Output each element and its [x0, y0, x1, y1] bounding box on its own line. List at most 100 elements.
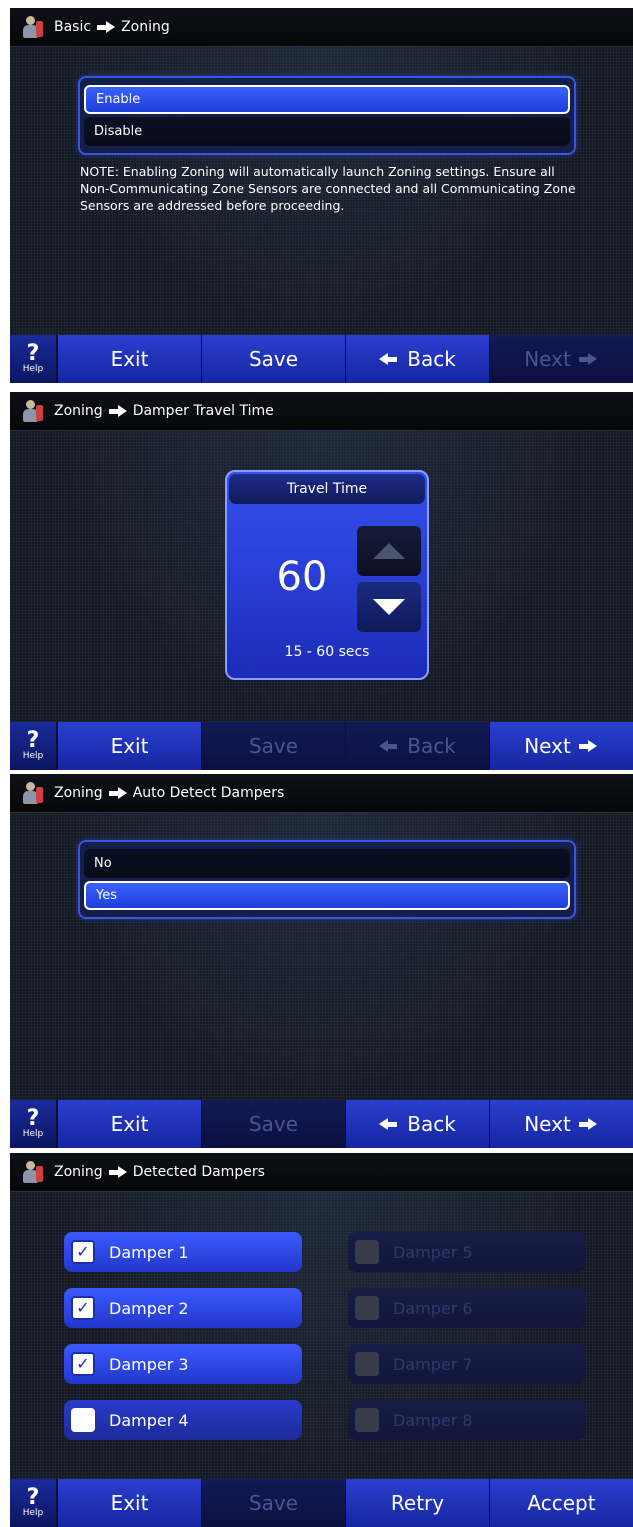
- breadcrumb: Basic Zoning: [54, 19, 170, 35]
- accept-button[interactable]: Accept: [489, 1479, 633, 1527]
- help-label: Help: [22, 1128, 44, 1139]
- screen-auto-detect-dampers: Zoning Auto Detect Dampers No Yes ? Help …: [10, 774, 633, 1148]
- damper-label: Damper 8: [393, 1410, 473, 1430]
- breadcrumb-parent: Zoning: [54, 403, 103, 419]
- save-label: Save: [248, 734, 299, 758]
- screen-detected-dampers: Zoning Detected Dampers ✓ Damper 1 ✓ Dam…: [10, 1153, 633, 1527]
- triangle-up-icon: [373, 543, 405, 559]
- exit-button[interactable]: Exit: [57, 722, 201, 770]
- help-button[interactable]: ? Help: [10, 722, 57, 770]
- footer-bar: ? Help Exit Save Back Next: [10, 1100, 633, 1148]
- travel-time-title: Travel Time: [229, 474, 425, 504]
- damper-label: Damper 6: [393, 1298, 473, 1318]
- option-no[interactable]: No: [84, 849, 570, 878]
- option-disable[interactable]: Disable: [84, 117, 570, 146]
- back-button[interactable]: Back: [345, 335, 489, 383]
- next-button[interactable]: Next: [489, 335, 633, 383]
- damper-7-toggle: Damper 7: [348, 1344, 586, 1384]
- back-label: Back: [407, 1112, 456, 1136]
- next-label: Next: [524, 347, 571, 371]
- footer-bar: ? Help Exit Save Back Next: [10, 722, 633, 770]
- arrow-left-icon: [379, 353, 399, 365]
- back-button[interactable]: Back: [345, 1100, 489, 1148]
- arrow-right-icon: [97, 21, 116, 33]
- help-icon: ?: [26, 727, 40, 753]
- help-label: Help: [22, 750, 44, 761]
- damper-6-toggle: Damper 6: [348, 1288, 586, 1328]
- exit-label: Exit: [110, 347, 149, 371]
- save-label: Save: [248, 347, 299, 371]
- exit-button[interactable]: Exit: [57, 1479, 201, 1527]
- next-label: Next: [524, 734, 571, 758]
- exit-label: Exit: [110, 1112, 149, 1136]
- travel-time-panel: Travel Time 60 15 - 60 secs: [225, 470, 429, 680]
- breadcrumb-parent: Basic: [54, 19, 92, 35]
- accept-label: Accept: [527, 1491, 596, 1515]
- save-button[interactable]: Save: [201, 722, 345, 770]
- installer-icon: [22, 781, 44, 805]
- breadcrumb-current: Auto Detect Dampers: [132, 785, 285, 801]
- screen-damper-travel-time: Zoning Damper Travel Time Travel Time 60…: [10, 392, 633, 770]
- damper-1-toggle[interactable]: ✓ Damper 1: [64, 1232, 302, 1272]
- arrow-left-icon: [379, 1118, 399, 1130]
- exit-label: Exit: [110, 734, 149, 758]
- decrease-button[interactable]: [357, 582, 421, 632]
- breadcrumb-current: Zoning: [121, 19, 170, 35]
- zoning-note: NOTE: Enabling Zoning will automatically…: [80, 164, 576, 213]
- auto-detect-options: No Yes: [78, 840, 576, 919]
- option-enable[interactable]: Enable: [84, 85, 570, 114]
- zoning-options: Enable Disable: [78, 76, 576, 155]
- breadcrumb-parent: Zoning: [54, 1164, 103, 1180]
- help-label: Help: [22, 1507, 44, 1518]
- checkbox-checked-icon: ✓: [71, 1240, 95, 1264]
- title-bar: Zoning Auto Detect Dampers: [10, 774, 633, 813]
- option-yes[interactable]: Yes: [84, 881, 570, 910]
- back-button[interactable]: Back: [345, 722, 489, 770]
- title-bar: Basic Zoning: [10, 8, 633, 47]
- exit-button[interactable]: Exit: [57, 1100, 201, 1148]
- save-button[interactable]: Save: [201, 1479, 345, 1527]
- checkbox-unchecked-icon: [71, 1408, 95, 1432]
- arrow-right-icon: [108, 787, 127, 799]
- damper-label: Damper 5: [393, 1242, 473, 1262]
- title-bar: Zoning Detected Dampers: [10, 1153, 633, 1192]
- help-icon: ?: [26, 340, 40, 366]
- checkbox-disabled-icon: [355, 1240, 379, 1264]
- footer-bar: ? Help Exit Save Retry Accept: [10, 1479, 633, 1527]
- help-button[interactable]: ? Help: [10, 1479, 57, 1527]
- checkbox-disabled-icon: [355, 1352, 379, 1376]
- breadcrumb: Zoning Detected Dampers: [54, 1164, 265, 1180]
- arrow-right-icon: [578, 353, 599, 365]
- damper-4-toggle[interactable]: Damper 4: [64, 1400, 302, 1440]
- damper-label: Damper 7: [393, 1354, 473, 1374]
- save-button[interactable]: Save: [201, 1100, 345, 1148]
- save-label: Save: [248, 1491, 299, 1515]
- exit-button[interactable]: Exit: [57, 335, 201, 383]
- exit-label: Exit: [110, 1491, 149, 1515]
- breadcrumb-current: Detected Dampers: [132, 1164, 265, 1180]
- triangle-down-icon: [373, 599, 405, 615]
- installer-icon: [22, 399, 44, 423]
- help-button[interactable]: ? Help: [10, 335, 57, 383]
- help-icon: ?: [26, 1105, 40, 1131]
- travel-time-range: 15 - 60 secs: [284, 644, 370, 660]
- next-button[interactable]: Next: [489, 1100, 633, 1148]
- damper-label: Damper 3: [109, 1354, 189, 1374]
- damper-8-toggle: Damper 8: [348, 1400, 586, 1440]
- checkbox-disabled-icon: [355, 1296, 379, 1320]
- save-button[interactable]: Save: [201, 335, 345, 383]
- damper-2-toggle[interactable]: ✓ Damper 2: [64, 1288, 302, 1328]
- retry-button[interactable]: Retry: [345, 1479, 489, 1527]
- damper-label: Damper 1: [109, 1242, 189, 1262]
- checkbox-checked-icon: ✓: [71, 1296, 95, 1320]
- arrow-right-icon: [108, 405, 127, 417]
- checkbox-checked-icon: ✓: [71, 1352, 95, 1376]
- breadcrumb-parent: Zoning: [54, 785, 103, 801]
- arrow-right-icon: [578, 1118, 599, 1130]
- help-button[interactable]: ? Help: [10, 1100, 57, 1148]
- damper-5-toggle: Damper 5: [348, 1232, 586, 1272]
- next-button[interactable]: Next: [489, 722, 633, 770]
- checkbox-disabled-icon: [355, 1408, 379, 1432]
- increase-button[interactable]: [357, 526, 421, 576]
- damper-3-toggle[interactable]: ✓ Damper 3: [64, 1344, 302, 1384]
